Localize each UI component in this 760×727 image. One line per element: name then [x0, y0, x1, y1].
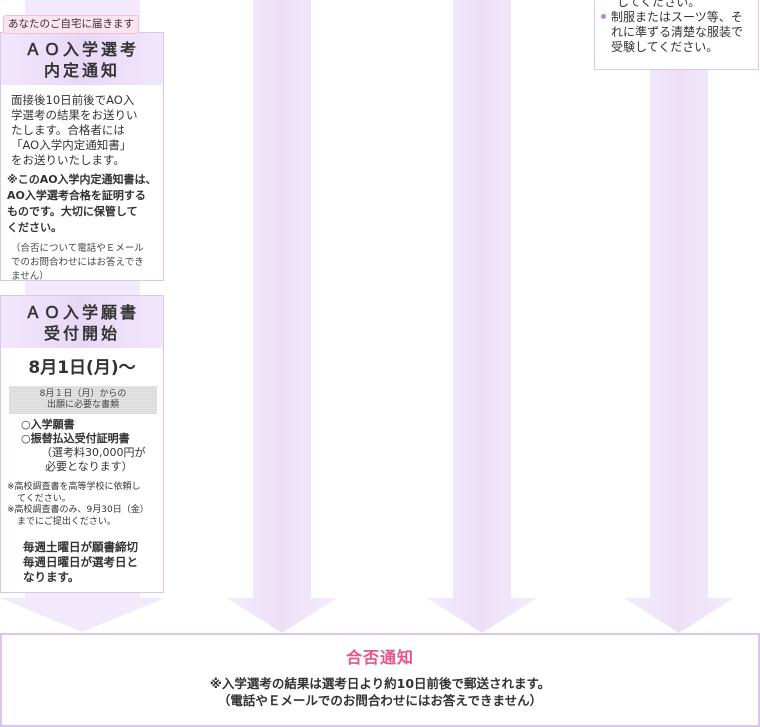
doc-application-form: ○入学願書 — [21, 418, 75, 431]
required-docs-heading: 8月１日（月）からの 出願に必要な書類 — [9, 386, 157, 414]
home-delivery-badge: あなたのご自宅に届きます — [3, 15, 139, 34]
ao-notice-body: 面接後10日前後でAO入 学選考の結果をお送りい たします。合格者には 「AO入… — [11, 93, 138, 167]
attire-bullet-item: 制服またはスーツ等、そ れに準ずる清楚な服装で 受験してください。 — [601, 10, 754, 55]
flow-arrow-col2 — [227, 0, 337, 633]
result-description: ※入学選考の結果は選考日より約10日前後で郵送されます。 （電話やＥメールでのお… — [209, 676, 551, 708]
fee-note-line1: （選考料30,000円が — [41, 446, 146, 459]
ao-notice-important: ※このAO入学内定通知書は、 AO入学選考合格を証明する ものです。大切に保管し… — [7, 173, 157, 234]
result-notification-box: 合否通知 ※入学選考の結果は選考日より約10日前後で郵送されます。 （電話やＥメ… — [0, 633, 760, 727]
ao-application-title: ＡＯ入学願書 受付開始 — [1, 296, 163, 348]
attire-notice-card: してください。 制服またはスーツ等、そ れに準ずる清楚な服装で 受験してください… — [594, 0, 759, 70]
flow-arrow-col4 — [624, 0, 734, 633]
doc-payment-receipt: ○振替払込受付証明書 — [21, 432, 130, 445]
weekly-deadline-note: 毎週土曜日が願書締切 毎週日曜日が選考日と なります。 — [23, 540, 138, 584]
application-start-date: 8月1日(月)～ — [28, 358, 136, 378]
ao-notice-card: ＡＯ入学選考 内定通知 面接後10日前後でAO入 学選考の結果をお送りい たしま… — [0, 32, 164, 282]
required-docs-list: ○入学願書 ○振替払込受付証明書 （選考料30,000円が 必要となります） — [1, 414, 163, 474]
transcript-notes: ※高校調査書を高等学校に依頼し てください。 ※高校調査書のみ、9月30日（金）… — [7, 482, 149, 527]
bullet-icon — [601, 14, 606, 19]
ao-notice-inquiry-note: （合否について電話やＥメール でのお問合わせにはお答えでき ません） — [11, 243, 144, 282]
ao-application-card: ＡＯ入学願書 受付開始 8月1日(月)～ 8月１日（月）からの 出願に必要な書類… — [0, 295, 164, 593]
flow-arrow-col3 — [427, 0, 537, 633]
ao-notice-title: ＡＯ入学選考 内定通知 — [1, 33, 163, 85]
attire-continued-text: してください。 — [617, 0, 701, 9]
fee-note-line2: 必要となります） — [45, 460, 133, 473]
result-title: 合否通知 — [345, 648, 414, 667]
